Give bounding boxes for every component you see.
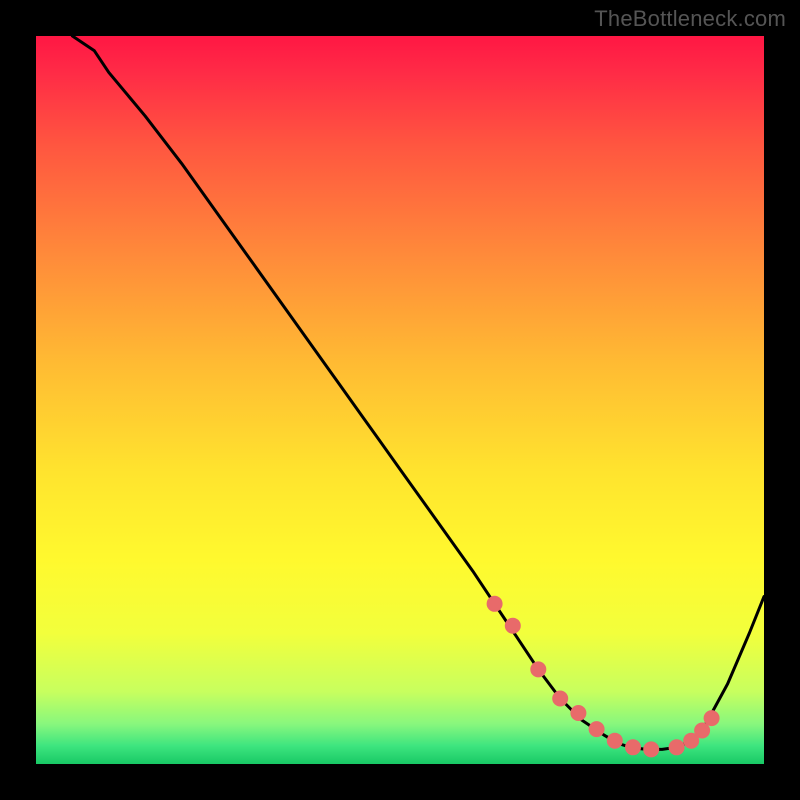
chart-svg xyxy=(36,36,764,764)
plot-area xyxy=(36,36,764,764)
marker-dot xyxy=(552,691,568,707)
marker-dot xyxy=(487,596,503,612)
watermark-text: TheBottleneck.com xyxy=(594,6,786,32)
marker-dot xyxy=(625,739,641,755)
marker-dot xyxy=(669,739,685,755)
marker-dot xyxy=(643,741,659,757)
marker-dot xyxy=(505,618,521,634)
gradient-background xyxy=(36,36,764,764)
marker-dot xyxy=(530,661,546,677)
marker-dot xyxy=(607,733,623,749)
marker-dot xyxy=(570,705,586,721)
marker-dot xyxy=(704,710,720,726)
chart-frame: TheBottleneck.com xyxy=(0,0,800,800)
marker-dot xyxy=(589,721,605,737)
